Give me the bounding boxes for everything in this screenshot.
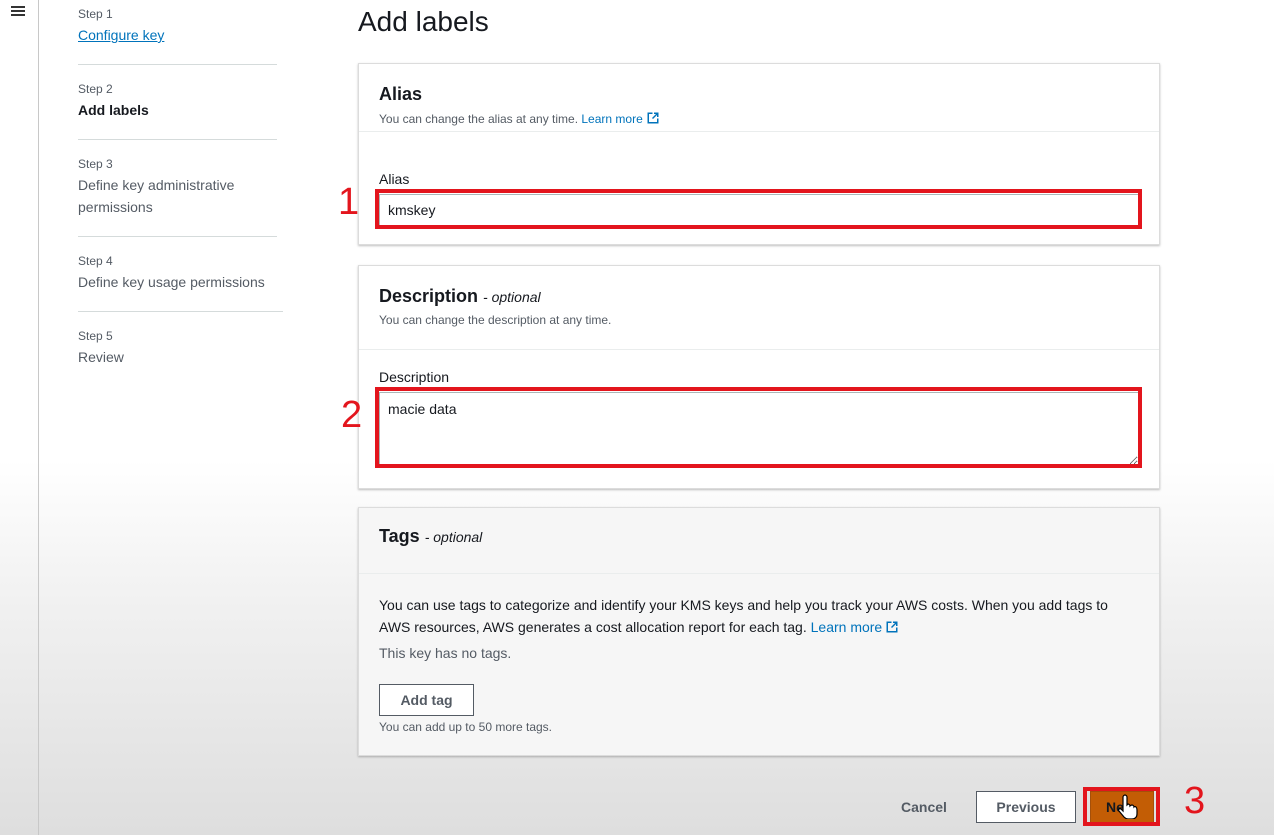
external-link-icon <box>647 112 659 124</box>
step-4: Step 4 Define key usage permissions <box>78 254 283 312</box>
optional-label: - optional <box>483 289 541 305</box>
annotation-3: 3 <box>1184 780 1206 822</box>
step-number: Step 5 <box>78 329 113 343</box>
annotation-2: 2 <box>341 394 363 436</box>
tags-card: Tags - optional You can use tags to cate… <box>358 507 1160 756</box>
step-number: Step 3 <box>78 157 113 171</box>
step-1: Step 1 Configure key <box>78 7 277 65</box>
tags-limit-text: You can add up to 50 more tags. <box>379 720 553 734</box>
alias-help-text: You can change the alias at any time. Le… <box>379 111 1139 126</box>
alias-sub: You can change the alias at any time. <box>379 112 579 126</box>
optional-label: - optional <box>424 529 483 545</box>
alias-card: Alias You can change the alias at any ti… <box>358 63 1160 245</box>
alias-card-header: Alias You can change the alias at any ti… <box>359 64 1159 132</box>
tags-learn-more-link[interactable]: Learn more <box>811 619 900 635</box>
step-5: Step 5 Review <box>78 329 283 368</box>
description-textarea[interactable]: macie data <box>379 392 1139 466</box>
tags-body: You can use tags to categorize and ident… <box>379 594 1139 638</box>
step-number: Step 2 <box>78 82 113 96</box>
description-heading-text: Description <box>379 286 479 306</box>
description-field-label: Description <box>379 369 450 385</box>
description-heading: Description - optional <box>379 286 1139 307</box>
step-number: Step 4 <box>78 254 113 268</box>
hand-cursor-icon <box>1118 794 1138 819</box>
annotation-1: 1 <box>338 181 360 223</box>
step-2: Step 2 Add labels <box>78 82 277 140</box>
step-configure-key-link[interactable]: Configure key <box>78 24 277 46</box>
step-number: Step 1 <box>78 7 113 21</box>
menu-icon[interactable] <box>11 4 25 18</box>
description-sub: You can change the description at any ti… <box>379 313 612 327</box>
step-3: Step 3 Define key administrative permiss… <box>78 157 277 237</box>
left-rail <box>0 0 39 835</box>
alias-learn-more-link[interactable]: Learn more <box>581 112 659 126</box>
add-tag-button[interactable]: Add tag <box>379 684 474 716</box>
step-define-admin-permissions: Define key administrative permissions <box>78 177 235 215</box>
alias-field-label: Alias <box>379 171 410 187</box>
description-card: Description - optional You can change th… <box>358 265 1160 489</box>
cancel-button[interactable]: Cancel <box>890 791 958 823</box>
tags-card-header: Tags - optional <box>359 508 1159 574</box>
alias-input[interactable] <box>379 194 1139 226</box>
tags-body-text: You can use tags to categorize and ident… <box>379 597 1108 635</box>
previous-button[interactable]: Previous <box>976 791 1076 823</box>
alias-heading: Alias <box>379 84 423 104</box>
external-link-icon <box>886 621 898 633</box>
tags-heading: Tags - optional <box>379 526 1139 547</box>
learn-more-label: Learn more <box>810 619 883 635</box>
learn-more-label: Learn more <box>581 112 643 126</box>
tags-heading-text: Tags <box>379 526 420 546</box>
no-tags-text: This key has no tags. <box>379 645 512 661</box>
step-review: Review <box>78 349 124 365</box>
step-define-usage-permissions: Define key usage permissions <box>78 274 265 290</box>
description-card-header: Description - optional You can change th… <box>359 266 1159 350</box>
step-add-labels: Add labels <box>78 102 149 118</box>
page-title: Add labels <box>358 6 489 37</box>
